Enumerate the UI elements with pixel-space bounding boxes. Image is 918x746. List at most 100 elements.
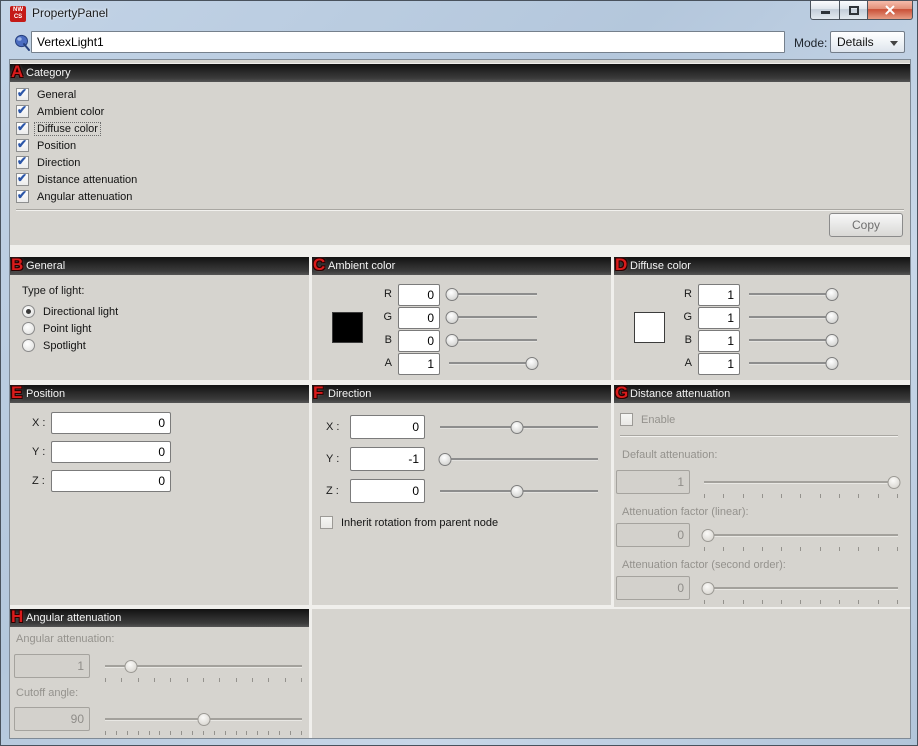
- position-z-field[interactable]: [51, 470, 171, 492]
- default-attenuation-slider: [704, 476, 898, 489]
- axis-label: Z :: [32, 475, 45, 487]
- direction-y-field[interactable]: [350, 447, 425, 471]
- diffuse-r-slider[interactable]: [749, 288, 837, 301]
- checkbox-label: Enable: [639, 414, 677, 426]
- section-angular-attenuation: H Angular attenuation Angular attenuatio…: [10, 609, 309, 738]
- slider-thumb[interactable]: [511, 421, 524, 434]
- checkbox-checked-icon: [16, 139, 29, 152]
- annotation-letter: F: [313, 383, 323, 403]
- position-y-field[interactable]: [51, 441, 171, 463]
- category-item-diffuse-color[interactable]: Diffuse color: [16, 121, 100, 136]
- slider-ticks: [704, 547, 898, 551]
- app-icon: NW CS: [10, 6, 26, 22]
- slider-ticks: [704, 494, 898, 498]
- checkbox-label: Angular attenuation: [35, 191, 134, 203]
- diffuse-b-field[interactable]: [698, 330, 740, 352]
- slider-track: [449, 316, 537, 318]
- slider-thumb[interactable]: [825, 357, 838, 370]
- slider-thumb[interactable]: [445, 311, 458, 324]
- section-direction: F Direction X : Y : Z : Inherit rotation: [312, 385, 611, 605]
- diffuse-g-slider[interactable]: [749, 311, 837, 324]
- checkbox-label: General: [35, 89, 78, 101]
- section-title: Distance attenuation: [630, 388, 730, 400]
- copy-button[interactable]: Copy: [829, 213, 903, 237]
- diffuse-a-field[interactable]: [698, 353, 740, 375]
- ambient-b-field[interactable]: [398, 330, 440, 352]
- annotation-letter: G: [615, 383, 628, 403]
- section-header: E Position: [10, 385, 309, 403]
- annotation-letter: B: [11, 255, 23, 275]
- section-header: G Distance attenuation: [614, 385, 910, 403]
- toolbar: Mode: Details: [2, 27, 918, 59]
- ambient-r-slider[interactable]: [449, 288, 537, 301]
- slider-track: [440, 458, 598, 460]
- slider-thumb: [888, 476, 901, 489]
- section-header: C Ambient color: [312, 257, 611, 275]
- slider-thumb[interactable]: [825, 311, 838, 324]
- direction-x-field[interactable]: [350, 415, 425, 439]
- slider-thumb[interactable]: [445, 334, 458, 347]
- window-title: PropertyPanel: [32, 6, 108, 20]
- slider-thumb[interactable]: [825, 334, 838, 347]
- checkbox-label: Ambient color: [35, 106, 106, 118]
- direction-z-slider[interactable]: [440, 485, 598, 498]
- mode-dropdown[interactable]: Details: [830, 31, 905, 53]
- category-item-ambient-color[interactable]: Ambient color: [16, 104, 106, 119]
- ambient-g-slider[interactable]: [449, 311, 537, 324]
- enable-checkbox[interactable]: Enable: [620, 412, 677, 427]
- category-item-general[interactable]: General: [16, 87, 78, 102]
- slider-track: [449, 339, 537, 341]
- radio-label: Directional light: [41, 306, 120, 318]
- channel-label: A: [380, 357, 392, 369]
- param-label: Attenuation factor (second order):: [622, 559, 786, 571]
- diffuse-g-field[interactable]: [698, 307, 740, 329]
- checkbox-checked-icon: [16, 88, 29, 101]
- maximize-button[interactable]: [840, 1, 868, 20]
- slider-thumb[interactable]: [511, 485, 524, 498]
- axis-label: Y :: [326, 453, 339, 465]
- separator: [620, 435, 898, 437]
- diffuse-a-slider[interactable]: [749, 357, 837, 370]
- category-item-angular-attenuation[interactable]: Angular attenuation: [16, 189, 134, 204]
- slider-track: [704, 587, 898, 589]
- position-x-field[interactable]: [51, 412, 171, 434]
- angular-attenuation-field: [14, 654, 90, 678]
- diffuse-r-field[interactable]: [698, 284, 740, 306]
- radio-directional-light[interactable]: Directional light: [22, 304, 120, 319]
- slider-thumb[interactable]: [438, 453, 451, 466]
- section-general: B General Type of light: Directional lig…: [10, 257, 309, 380]
- param-label: Cutoff angle:: [16, 687, 78, 699]
- category-item-position[interactable]: Position: [16, 138, 78, 153]
- section-header: B General: [10, 257, 309, 275]
- slider-ticks: [105, 731, 302, 735]
- ambient-b-slider[interactable]: [449, 334, 537, 347]
- slider-thumb[interactable]: [445, 288, 458, 301]
- radio-point-light[interactable]: Point light: [22, 321, 93, 336]
- ambient-a-field[interactable]: [398, 353, 440, 375]
- ambient-g-field[interactable]: [398, 307, 440, 329]
- ambient-a-slider[interactable]: [449, 357, 537, 370]
- direction-y-slider[interactable]: [440, 453, 598, 466]
- object-name-input[interactable]: [31, 31, 785, 53]
- section-header: A Category: [10, 64, 910, 82]
- radio-label: Spotlight: [41, 340, 88, 352]
- empty-area: [312, 609, 910, 738]
- close-button[interactable]: [868, 1, 913, 20]
- radio-spotlight[interactable]: Spotlight: [22, 338, 88, 353]
- attenuation-second-order-slider: [704, 582, 898, 595]
- attenuation-linear-slider: [704, 529, 898, 542]
- section-title: Direction: [328, 388, 371, 400]
- app-icon-text-bottom: CS: [10, 14, 26, 21]
- inherit-rotation-checkbox[interactable]: Inherit rotation from parent node: [320, 515, 500, 530]
- slider-thumb[interactable]: [525, 357, 538, 370]
- client-area: A Category General Ambient color Diffuse…: [9, 59, 911, 739]
- diffuse-b-slider[interactable]: [749, 334, 837, 347]
- direction-x-slider[interactable]: [440, 421, 598, 434]
- minimize-button[interactable]: [810, 1, 840, 20]
- category-item-distance-attenuation[interactable]: Distance attenuation: [16, 172, 139, 187]
- channel-label: R: [380, 288, 392, 300]
- slider-thumb[interactable]: [825, 288, 838, 301]
- category-item-direction[interactable]: Direction: [16, 155, 82, 170]
- ambient-r-field[interactable]: [398, 284, 440, 306]
- direction-z-field[interactable]: [350, 479, 425, 503]
